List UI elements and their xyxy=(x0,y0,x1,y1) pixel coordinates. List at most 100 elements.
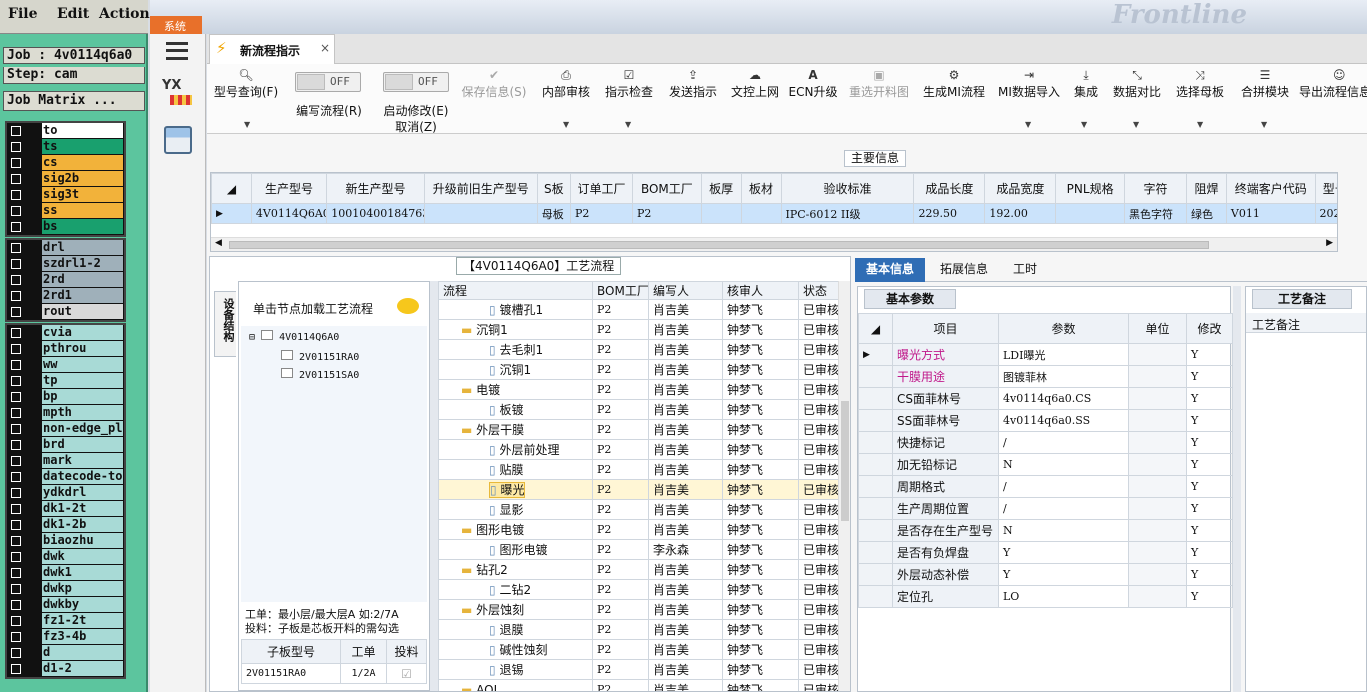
flow-row[interactable]: ▯ 去毛刺1 P2 肖吉美 钟梦飞 已审核 xyxy=(438,339,839,360)
main-header[interactable]: 阻焊 xyxy=(1186,173,1227,204)
main-cell[interactable] xyxy=(1055,203,1125,224)
flow-row[interactable]: ▯ 显影 P2 肖吉美 钟梦飞 已审核 xyxy=(438,499,839,520)
param-header[interactable]: 单位 xyxy=(1128,313,1187,344)
param-row[interactable]: 生产周期位置 / Y xyxy=(858,497,1233,520)
main-cell[interactable]: 黑色字符 xyxy=(1123,203,1188,224)
param-value[interactable]: 4v0114q6a0.SS xyxy=(998,409,1129,432)
layer-checkbox[interactable] xyxy=(11,190,21,200)
main-header[interactable]: BOM工厂 xyxy=(632,173,702,204)
param-row[interactable]: 加无铅标记 N Y xyxy=(858,453,1233,476)
layer-row[interactable]: dk1-2t xyxy=(7,501,124,517)
param-unit[interactable] xyxy=(1128,431,1187,454)
param-row[interactable]: 干膜用途 图镀菲林 Y xyxy=(858,365,1233,388)
layer-row[interactable]: bp xyxy=(7,389,124,405)
param-value[interactable]: Y xyxy=(998,541,1129,564)
layer-row[interactable]: sig2b xyxy=(7,171,124,187)
flow-header[interactable]: BOM工厂 xyxy=(592,281,649,300)
param-row[interactable]: CS面菲林号 4v0114q6a0.CS Y xyxy=(858,387,1233,410)
upload-web-button[interactable]: ☁ 文控上网 xyxy=(727,68,783,100)
layer-row[interactable]: rout xyxy=(7,304,124,320)
param-modify[interactable]: Y xyxy=(1186,431,1233,454)
yx-app-icon[interactable]: YX xyxy=(162,78,194,110)
system-tab[interactable]: 系统 xyxy=(150,16,202,34)
save-info-button[interactable]: ✔ 保存信息(S) xyxy=(457,68,531,100)
main-header[interactable]: 生产型号 xyxy=(250,173,328,204)
param-unit[interactable] xyxy=(1128,365,1187,388)
param-header[interactable]: 参数 xyxy=(998,313,1129,344)
main-cell[interactable]: V011 xyxy=(1225,203,1316,224)
layer-row[interactable]: cvia xyxy=(7,325,124,341)
layer-row[interactable]: tp xyxy=(7,373,124,389)
main-cell[interactable]: IPC-6012 II级 xyxy=(780,203,915,224)
param-unit[interactable] xyxy=(1128,409,1187,432)
layer-row[interactable]: bs xyxy=(7,219,124,235)
layer-row[interactable]: d xyxy=(7,645,124,661)
export-flow-button[interactable]: ☺ 导出流程信息 xyxy=(1299,68,1367,100)
layer-row[interactable]: non-edge_pla xyxy=(7,421,124,437)
flow-row[interactable]: ▯ 二钻2 P2 肖吉美 钟梦飞 已审核 xyxy=(438,579,839,600)
layer-checkbox[interactable] xyxy=(11,520,21,530)
main-header[interactable]: 成品宽度 xyxy=(984,173,1057,204)
param-modify[interactable]: Y xyxy=(1186,343,1233,366)
select-board-dropdown-icon[interactable]: ▼ xyxy=(1197,120,1203,129)
flow-row[interactable]: ▬ 外层干膜 P2 肖吉美 钟梦飞 已审核 xyxy=(438,419,839,440)
flow-row[interactable]: ▯ 曝光 P2 肖吉美 钟梦飞 已审核 xyxy=(438,479,839,500)
param-modify[interactable]: Y xyxy=(1186,409,1233,432)
layer-checkbox[interactable] xyxy=(11,616,21,626)
layer-checkbox[interactable] xyxy=(11,328,21,338)
flow-header[interactable]: 流程 xyxy=(438,281,593,300)
layer-row[interactable]: biaozhu xyxy=(7,533,124,549)
param-row[interactable]: 是否存在生产型号 N Y xyxy=(858,519,1233,542)
flow-row[interactable]: ▯ 退锡 P2 肖吉美 钟梦飞 已审核 xyxy=(438,659,839,680)
main-cell[interactable] xyxy=(700,203,742,224)
layer-row[interactable]: to xyxy=(7,123,124,139)
flow-row[interactable]: ▯ 板镀 P2 肖吉美 钟梦飞 已审核 xyxy=(438,399,839,420)
layer-row[interactable]: brd xyxy=(7,437,124,453)
main-cell[interactable]: 4V0114Q6A0 xyxy=(250,203,328,224)
main-cell[interactable] xyxy=(740,203,782,224)
flow-header[interactable]: 状态 xyxy=(798,281,839,300)
layer-checkbox[interactable] xyxy=(11,291,21,301)
param-unit[interactable] xyxy=(1128,497,1187,520)
layer-checkbox[interactable] xyxy=(11,158,21,168)
main-info-hscroll[interactable]: ◀ ▶ xyxy=(211,237,1337,251)
main-header[interactable]: 字符 xyxy=(1123,173,1188,204)
corner-cell[interactable]: ◢ xyxy=(211,173,252,204)
main-cell[interactable]: 绿色 xyxy=(1186,203,1227,224)
integrate-button[interactable]: ⤓ 集成 xyxy=(1069,68,1103,100)
layer-row[interactable]: drl xyxy=(7,240,124,256)
flow-header[interactable]: 编写人 xyxy=(648,281,723,300)
layer-row[interactable]: dwkby xyxy=(7,597,124,613)
main-cell[interactable]: 10010400184763 xyxy=(326,203,425,224)
layer-checkbox[interactable] xyxy=(11,664,21,674)
layer-row[interactable]: fz1-2t xyxy=(7,613,124,629)
layer-checkbox[interactable] xyxy=(11,222,21,232)
param-unit[interactable] xyxy=(1128,453,1187,476)
param-value[interactable]: 4v0114q6a0.CS xyxy=(998,387,1129,410)
main-cell[interactable] xyxy=(423,203,538,224)
type-query-button[interactable]: 🔍︎ 型号查询(F) xyxy=(209,68,283,100)
detail-tab-3[interactable]: 工时 xyxy=(1003,258,1047,282)
tree-child-1[interactable]: 2V01151RA0 xyxy=(281,350,359,363)
flow-row[interactable]: ▬ 图形电镀 P2 肖吉美 钟梦飞 已审核 xyxy=(438,519,839,540)
mi-import-dropdown-icon[interactable]: ▼ xyxy=(1025,120,1031,129)
param-modify[interactable]: Y xyxy=(1186,519,1233,542)
hamburger-menu-icon[interactable] xyxy=(166,42,188,60)
layer-checkbox[interactable] xyxy=(11,243,21,253)
param-unit[interactable] xyxy=(1128,519,1187,542)
layer-row[interactable]: szdrl1-2 xyxy=(7,256,124,272)
layer-checkbox[interactable] xyxy=(11,648,21,658)
corner-cell[interactable]: ◢ xyxy=(858,313,893,344)
layer-row[interactable]: sig3t xyxy=(7,187,124,203)
remark-tab[interactable]: 工艺备注 xyxy=(1252,289,1352,309)
generate-mi-button[interactable]: ⚙ 生成MI流程 xyxy=(919,68,989,100)
main-cell[interactable]: P2 xyxy=(632,203,702,224)
flow-row[interactable]: ▯ 退膜 P2 肖吉美 钟梦飞 已审核 xyxy=(438,619,839,640)
tab-close-icon[interactable]: × xyxy=(320,41,330,55)
param-row[interactable]: 外层动态补偿 Y Y xyxy=(858,563,1233,586)
detail-tab-2[interactable]: 拓展信息 xyxy=(929,258,999,282)
layer-row[interactable]: ts xyxy=(7,139,124,155)
menu-file[interactable]: File xyxy=(8,6,37,22)
layer-checkbox[interactable] xyxy=(11,275,21,285)
layer-checkbox[interactable] xyxy=(11,600,21,610)
